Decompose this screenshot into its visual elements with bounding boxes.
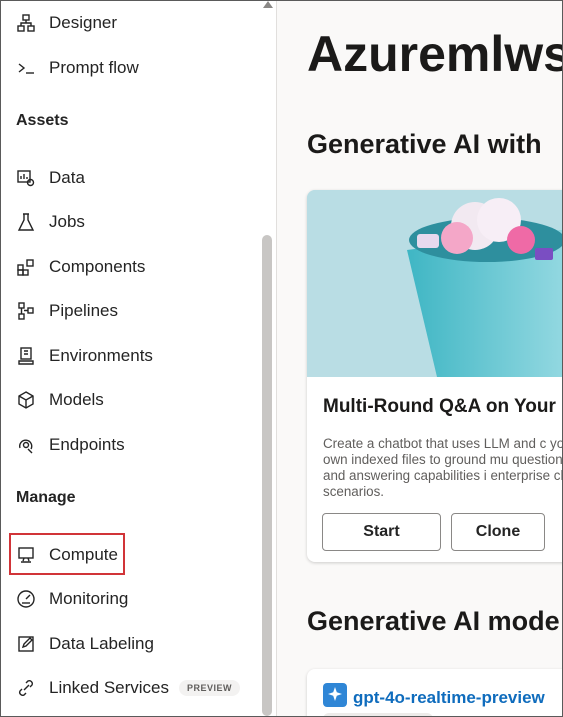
nav-item-data[interactable]: Data xyxy=(15,163,85,193)
data-icon xyxy=(15,167,37,189)
environments-icon xyxy=(15,345,37,367)
endpoints-icon xyxy=(15,434,37,456)
compute-highlight-box xyxy=(9,533,125,575)
designer-icon xyxy=(15,12,37,34)
card-illustration xyxy=(307,190,562,377)
nav-item-label: Designer xyxy=(49,13,118,32)
nav-item-environments[interactable]: Environments xyxy=(15,341,153,371)
nav-item-label: Endpoints xyxy=(49,435,125,454)
clone-button[interactable]: Clone xyxy=(451,513,545,551)
nav-item-data-labeling[interactable]: Data Labeling xyxy=(15,629,154,659)
nav-item-jobs[interactable]: Jobs xyxy=(15,207,85,237)
components-icon xyxy=(15,256,37,278)
link-icon xyxy=(15,677,37,699)
nav-item-label: Environments xyxy=(49,346,153,365)
nav-item-pipelines[interactable]: Pipelines xyxy=(15,296,118,326)
app-frame: Designer Prompt flow Assets Data Jobs Co… xyxy=(0,0,563,717)
section-title-generative-ai-models: Generative AI mode xyxy=(307,606,560,636)
workspace-title: Azuremlws xyxy=(307,26,563,82)
nav-item-label: Components xyxy=(49,257,146,276)
model-tag xyxy=(323,713,433,716)
flask-icon xyxy=(15,211,37,233)
nav-item-label: Data Labeling xyxy=(49,634,154,653)
nav-item-prompt-flow[interactable]: Prompt flow xyxy=(15,53,139,83)
scroll-up-arrow-icon[interactable] xyxy=(263,1,273,8)
pipelines-icon xyxy=(15,300,37,322)
edit-icon xyxy=(15,633,37,655)
nav-item-label: Data xyxy=(49,168,85,187)
scrollbar-thumb[interactable] xyxy=(262,235,272,716)
nav-item-components[interactable]: Components xyxy=(15,252,145,282)
model-name-link[interactable]: gpt-4o-realtime-preview xyxy=(353,688,545,708)
cube-icon xyxy=(15,389,37,411)
section-title-generative-ai: Generative AI with xyxy=(307,129,542,159)
nav-item-label: Models xyxy=(49,390,104,409)
card-title: Multi-Round Q&A on Your xyxy=(323,396,556,417)
nav-item-label: Pipelines xyxy=(49,301,118,320)
nav-item-endpoints[interactable]: Endpoints xyxy=(15,430,125,460)
sparkle-icon xyxy=(323,683,347,712)
prompt-flow-icon xyxy=(15,57,37,79)
gauge-icon xyxy=(15,588,37,610)
start-button[interactable]: Start xyxy=(322,513,441,551)
nav-item-models[interactable]: Models xyxy=(15,385,104,415)
sample-card[interactable]: Multi-Round Q&A on Your Create a chatbot… xyxy=(307,190,563,562)
nav-item-designer[interactable]: Designer xyxy=(15,8,117,38)
nav-item-label: Jobs xyxy=(49,212,85,231)
model-row: gpt-4o-realtime-preview xyxy=(323,683,545,712)
nav-item-monitoring[interactable]: Monitoring xyxy=(15,584,128,614)
nav-item-label: Monitoring xyxy=(49,589,129,608)
main-content: Azuremlws Generative AI with Multi-Round… xyxy=(277,1,563,716)
manage-heading: Manage xyxy=(16,489,76,506)
nav-item-label: Prompt flow xyxy=(49,58,139,77)
nav-item-linked-services[interactable]: Linked Services PREVIEW xyxy=(15,673,241,703)
nav-item-label: Linked Services xyxy=(49,678,170,697)
preview-badge: PREVIEW xyxy=(179,680,241,696)
assets-heading: Assets xyxy=(16,112,69,129)
model-card[interactable]: gpt-4o-realtime-preview xyxy=(307,669,562,716)
card-description: Create a chatbot that uses LLM and c you… xyxy=(323,436,563,499)
left-nav: Designer Prompt flow Assets Data Jobs Co… xyxy=(1,1,277,716)
